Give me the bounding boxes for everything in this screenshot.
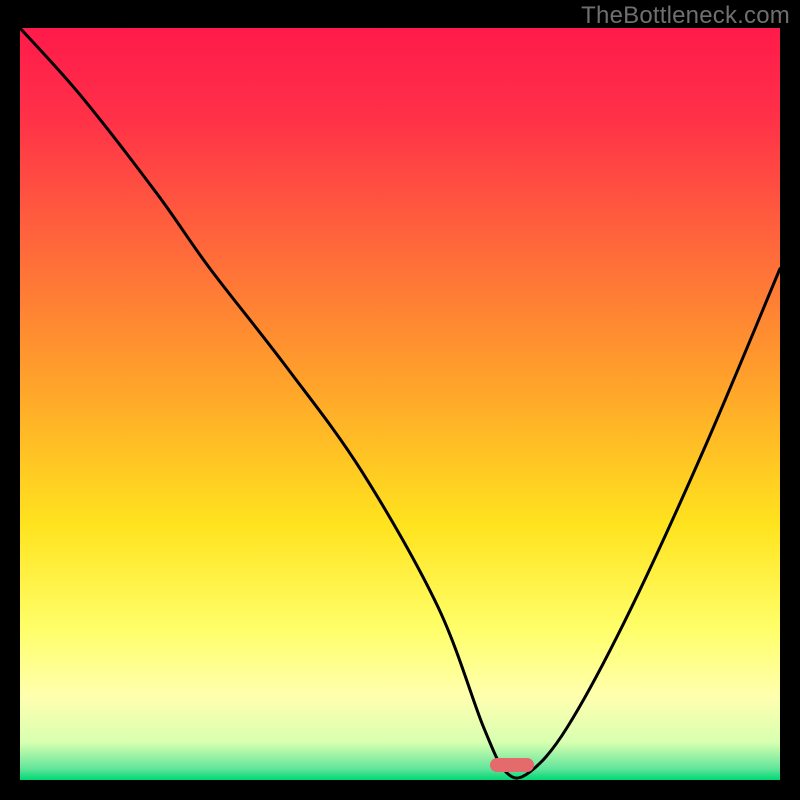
plot-area [20, 28, 780, 780]
chart-frame: TheBottleneck.com [0, 0, 800, 800]
optimal-marker [490, 758, 534, 772]
bottleneck-curve [20, 28, 780, 780]
watermark-text: TheBottleneck.com [581, 2, 790, 30]
